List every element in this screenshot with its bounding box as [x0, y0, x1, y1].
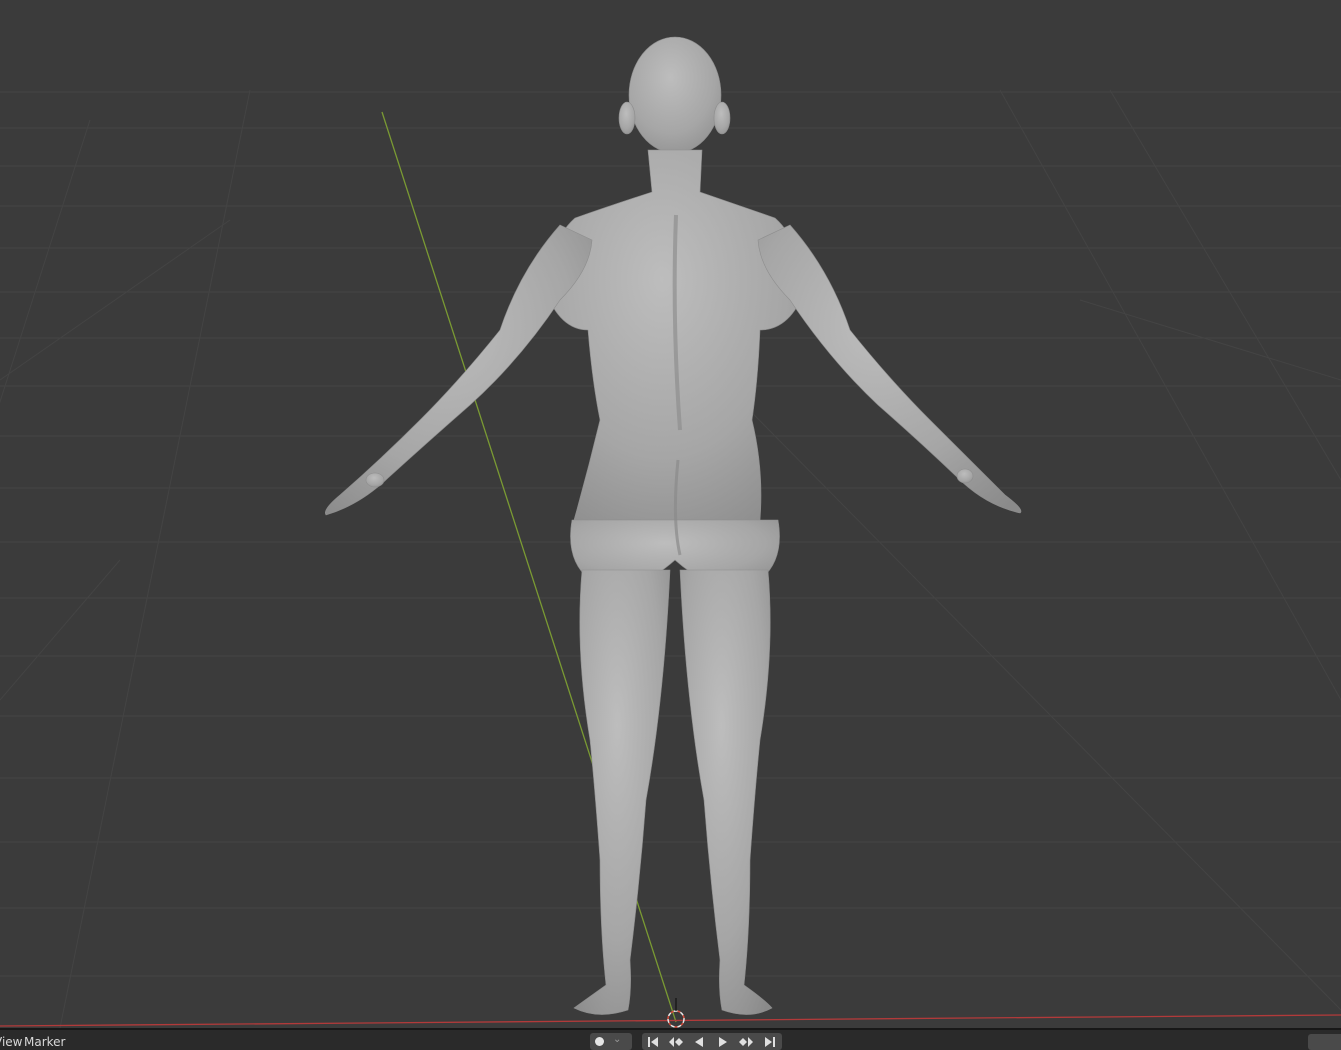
3d-viewport[interactable] [0, 0, 1341, 1028]
keyframe-dot-icon[interactable] [595, 1037, 604, 1046]
playback-controls [642, 1033, 782, 1050]
timeline-header: View Marker ⌄ [0, 1028, 1341, 1050]
human-mesh[interactable] [325, 36, 1022, 1015]
chevron-down-icon[interactable]: ⌄ [613, 1034, 621, 1045]
play-icon[interactable] [712, 1033, 734, 1050]
menu-marker[interactable]: Marker [24, 1035, 65, 1049]
keying-dropdown[interactable]: ⌄ [590, 1033, 632, 1050]
jump-to-start-icon[interactable] [642, 1033, 664, 1050]
3d-cursor-icon[interactable] [667, 998, 685, 1028]
play-reverse-icon[interactable] [688, 1033, 710, 1050]
viewport-canvas[interactable] [0, 0, 1341, 1028]
jump-to-end-icon[interactable] [759, 1033, 781, 1050]
frame-field[interactable] [1308, 1034, 1341, 1050]
previous-keyframe-icon[interactable] [665, 1033, 687, 1050]
next-keyframe-icon[interactable] [735, 1033, 757, 1050]
menu-view[interactable]: View [0, 1035, 22, 1049]
